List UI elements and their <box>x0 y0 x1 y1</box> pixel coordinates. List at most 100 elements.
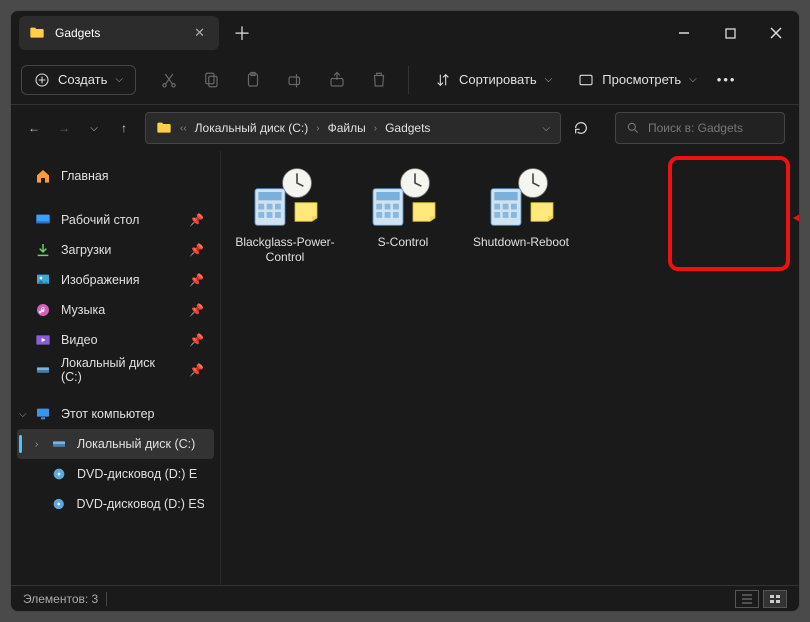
crumb-gadgets[interactable]: Gadgets <box>385 121 430 135</box>
status-bar: Элементов: 3 <box>11 585 799 611</box>
picture-icon <box>35 272 51 288</box>
back-button[interactable]: ← <box>25 121 43 135</box>
sidebar-this-pc[interactable]: ⌵ Этот компьютер <box>17 399 214 429</box>
sidebar-video[interactable]: Видео📌 <box>17 325 214 355</box>
sort-label: Сортировать <box>459 72 537 87</box>
refresh-button[interactable] <box>573 120 603 136</box>
chevron-down-icon: ⌵ <box>115 74 123 85</box>
chevron-down-icon[interactable]: ⌵ <box>542 123 550 134</box>
new-button[interactable]: Создать ⌵ <box>21 65 136 95</box>
pin-icon: 📌 <box>189 243 204 257</box>
video-icon <box>35 332 51 348</box>
gadget-icon <box>489 171 553 227</box>
sidebar-pictures[interactable]: Изображения 📌 <box>17 265 214 295</box>
tab-close-icon[interactable]: ✕ <box>194 25 205 41</box>
expand-icon[interactable]: › <box>35 439 38 450</box>
expand-icon[interactable]: ⌵ <box>19 409 27 420</box>
drive-icon <box>51 436 67 452</box>
gadget-icon <box>253 171 317 227</box>
crumb-label: Gadgets <box>385 121 430 135</box>
toolbar-divider <box>408 66 409 94</box>
maximize-button[interactable] <box>707 11 753 55</box>
explorer-window: Gadgets ✕ ＋ Создать ⌵ Сортировать ⌵ <box>10 10 800 612</box>
pin-icon: 📌 <box>189 333 204 347</box>
status-divider <box>106 592 107 606</box>
close-button[interactable] <box>753 11 799 55</box>
crumb-disk-c[interactable]: Локальный диск (C:)› <box>195 121 320 135</box>
search-icon <box>626 121 640 135</box>
folder-icon <box>156 120 172 136</box>
sidebar-home[interactable]: Главная <box>17 161 214 191</box>
plus-circle-icon <box>34 72 50 88</box>
sidebar-dvd-2[interactable]: DVD-дисковод (D:) ESI <box>17 489 214 519</box>
file-item[interactable]: S-Control <box>351 171 455 250</box>
nav-row: ← → ⌵ ↑ ‹‹ Локальный диск (C:)› Файлы› G… <box>11 105 799 151</box>
crumb-label: Локальный диск (C:) <box>195 121 309 135</box>
folder-icon <box>29 25 45 41</box>
sidebar-music[interactable]: Музыка📌 <box>17 295 214 325</box>
body: Главная Рабочий стол📌 Загрузки📌 Изображе… <box>11 151 799 585</box>
new-tab-button[interactable]: ＋ <box>233 20 251 46</box>
item-count: Элементов: 3 <box>23 592 98 606</box>
paste-icon[interactable] <box>244 71 262 89</box>
pin-icon: 📌 <box>189 363 204 377</box>
sidebar-item-label: Загрузки <box>61 243 111 257</box>
pc-icon <box>35 406 51 422</box>
sidebar-item-label: DVD-дисковод (D:) E <box>77 467 197 481</box>
music-icon <box>35 302 51 318</box>
sidebar-disk-c[interactable]: Локальный диск (C:) 📌 <box>17 355 214 385</box>
copy-icon[interactable] <box>202 71 220 89</box>
minimize-button[interactable] <box>661 11 707 55</box>
details-view-button[interactable] <box>735 590 759 608</box>
view-label: Просмотреть <box>602 72 681 87</box>
toolbar: Создать ⌵ Сортировать ⌵ Просмотреть ⌵ ••… <box>11 55 799 105</box>
gadget-icon <box>371 171 435 227</box>
more-button[interactable]: ••• <box>717 72 737 87</box>
window-controls <box>661 11 799 55</box>
file-item[interactable]: Shutdown-Reboot <box>469 171 573 250</box>
dvd-icon <box>51 496 66 512</box>
pin-icon: 📌 <box>189 303 204 317</box>
sidebar-downloads[interactable]: Загрузки 📌 <box>17 235 214 265</box>
sidebar-item-label: DVD-дисковод (D:) ESI <box>76 497 204 511</box>
sort-button[interactable]: Сортировать ⌵ <box>435 72 552 88</box>
file-label: Blackglass-Power-Control <box>233 235 337 265</box>
sidebar-item-label: Рабочий стол <box>61 213 139 227</box>
new-label: Создать <box>58 72 107 87</box>
sidebar-disk-c-sub[interactable]: › Локальный диск (C:) <box>17 429 214 459</box>
annotation-highlight <box>668 156 790 271</box>
rename-icon[interactable] <box>286 71 304 89</box>
sidebar-item-label: Локальный диск (C:) <box>77 437 195 451</box>
file-item[interactable]: Blackglass-Power-Control <box>233 171 337 265</box>
share-icon[interactable] <box>328 71 346 89</box>
sidebar-item-label: Изображения <box>61 273 140 287</box>
chevron-down-icon: ⌵ <box>545 74 553 85</box>
up-button[interactable]: ↑ <box>115 121 133 135</box>
search-box[interactable]: Поиск в: Gadgets <box>615 112 785 144</box>
history-button[interactable]: ⌵ <box>85 123 103 134</box>
sidebar-desktop[interactable]: Рабочий стол📌 <box>17 205 214 235</box>
view-button[interactable]: Просмотреть ⌵ <box>578 72 697 88</box>
view-icon <box>578 72 594 88</box>
tab-gadgets[interactable]: Gadgets ✕ <box>19 16 219 50</box>
sidebar-item-label: Локальный диск (C:) <box>61 356 179 384</box>
address-bar[interactable]: ‹‹ Локальный диск (C:)› Файлы› Gadgets ⌵ <box>145 112 561 144</box>
sidebar-dvd-1[interactable]: DVD-дисковод (D:) E <box>17 459 214 489</box>
crumb-files[interactable]: Файлы› <box>328 121 377 135</box>
cut-icon[interactable] <box>160 71 178 89</box>
file-label: S-Control <box>378 235 429 250</box>
sort-icon <box>435 72 451 88</box>
chevron-down-icon: ⌵ <box>689 74 697 85</box>
forward-button[interactable]: → <box>55 121 73 135</box>
crumb-label: Файлы <box>328 121 366 135</box>
annotation-arrow <box>793 203 799 233</box>
tab-title: Gadgets <box>55 26 184 40</box>
sidebar: Главная Рабочий стол📌 Загрузки📌 Изображе… <box>11 151 221 585</box>
content-area[interactable]: Blackglass-Power-Control S-Control Shutd… <box>221 151 799 585</box>
dvd-icon <box>51 466 67 482</box>
pin-icon: 📌 <box>189 273 204 287</box>
delete-icon[interactable] <box>370 71 388 89</box>
titlebar: Gadgets ✕ ＋ <box>11 11 799 55</box>
icons-view-button[interactable] <box>763 590 787 608</box>
desktop-icon <box>35 212 51 228</box>
